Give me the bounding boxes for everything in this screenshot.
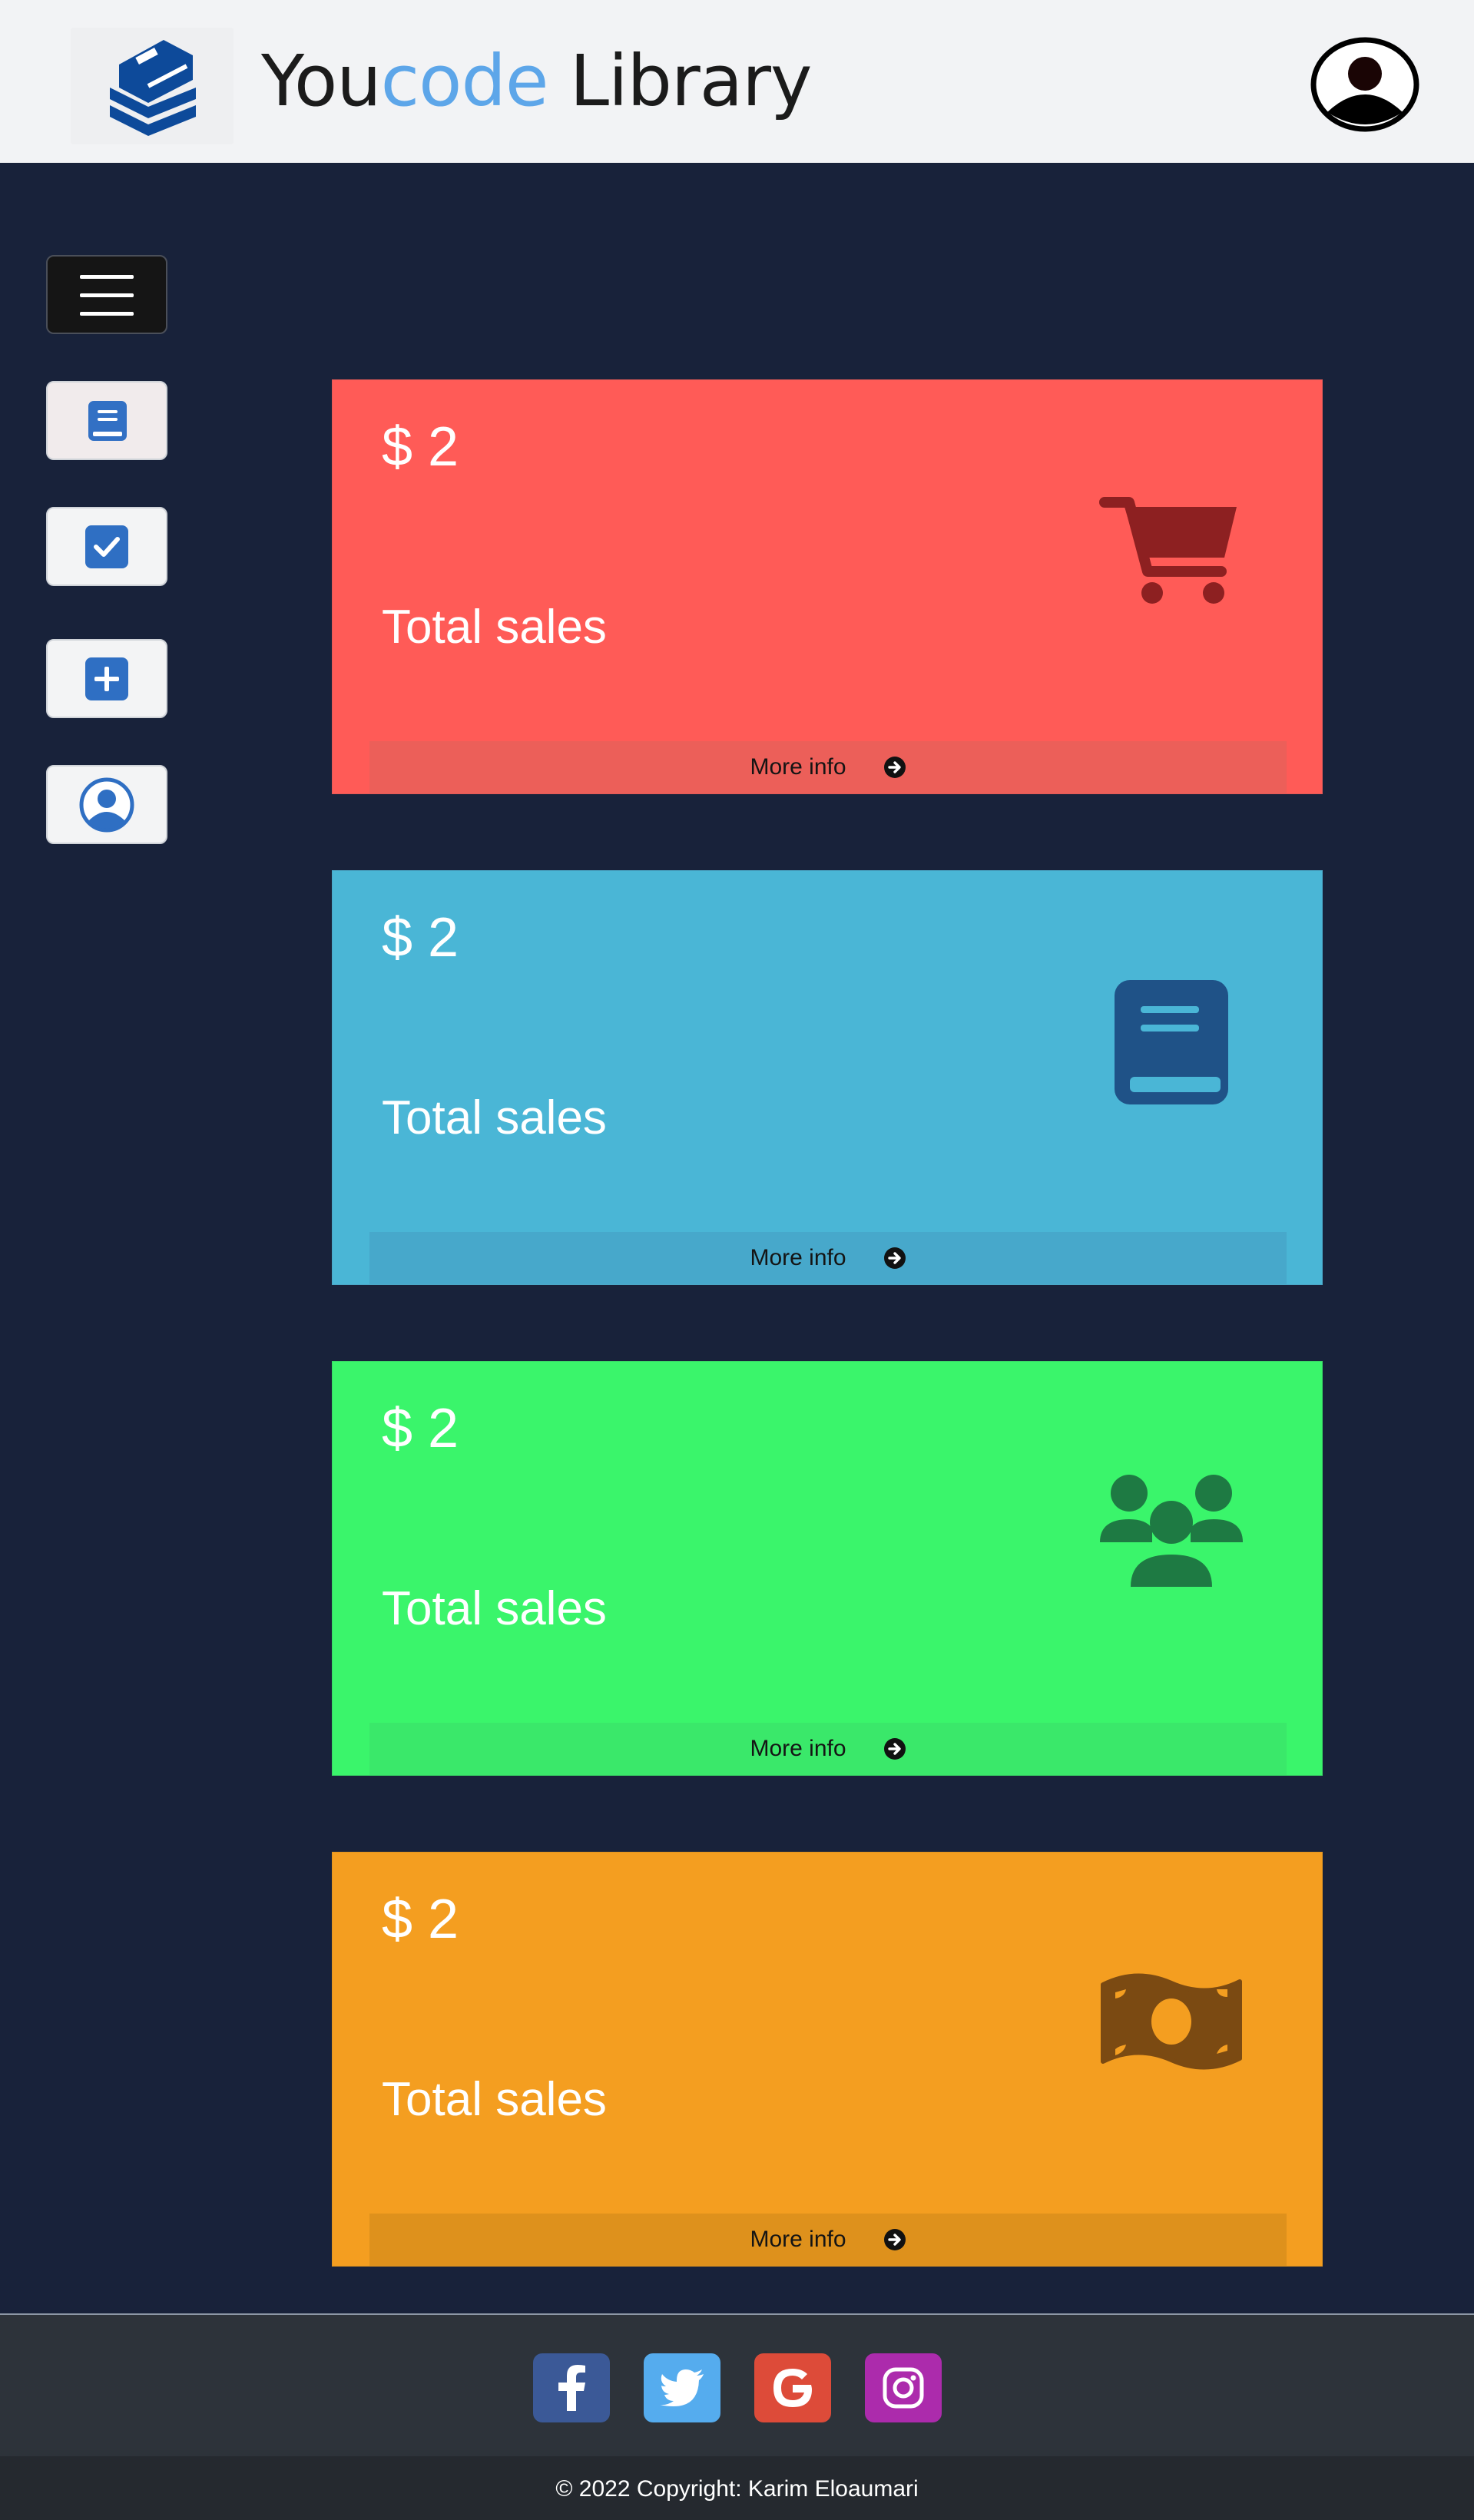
brand-title[interactable]: Youcode Library	[261, 35, 813, 127]
money-bill-icon	[1101, 1973, 1242, 2070]
user-avatar-button[interactable]	[1309, 35, 1421, 134]
more-info-label: More info	[750, 1736, 846, 1761]
sidebar-item-add[interactable]	[46, 639, 167, 718]
stat-card: $ 2 Total sales More info	[332, 379, 1323, 794]
site-footer: © 2022 Copyright: Karim Eloaumari	[0, 2313, 1474, 2520]
more-info-link[interactable]: More info	[369, 1723, 1287, 1775]
more-info-link[interactable]: More info	[369, 1232, 1287, 1284]
card-icon-wrapper	[1095, 969, 1248, 1115]
twitter-button[interactable]	[644, 2353, 720, 2422]
brand-part-1: You	[261, 40, 382, 122]
logo[interactable]	[71, 28, 234, 144]
stat-card: $ 2 Total sales More info	[332, 1361, 1323, 1776]
books-icon	[110, 40, 196, 136]
stat-label: Total sales	[382, 1091, 607, 1144]
stat-amount: $ 2	[382, 907, 459, 969]
stat-amount: $ 2	[382, 1889, 459, 1950]
sidebar-item-books[interactable]	[46, 381, 167, 460]
copyright-text: © 2022 Copyright: Karim Eloaumari	[0, 2456, 1474, 2520]
users-icon	[1100, 1475, 1243, 1587]
more-info-link[interactable]: More info	[369, 741, 1287, 793]
menu-toggle-button[interactable]	[46, 255, 167, 334]
arrow-circle-right-icon	[883, 1738, 906, 1760]
stat-label: Total sales	[382, 601, 607, 654]
top-navbar: Youcode Library	[0, 0, 1474, 163]
hamburger-menu-icon	[80, 274, 134, 316]
checkbox-icon	[85, 525, 128, 568]
brand-part-3: Library	[548, 40, 813, 122]
google-button[interactable]	[754, 2353, 831, 2422]
arrow-circle-right-icon	[883, 2229, 906, 2250]
stat-amount: $ 2	[382, 1398, 459, 1459]
more-info-link[interactable]: More info	[369, 2214, 1287, 2266]
user-circle-icon	[79, 777, 134, 832]
google-icon	[773, 2369, 812, 2407]
shopping-cart-icon	[1099, 497, 1237, 604]
more-info-label: More info	[750, 1245, 846, 1270]
sidebar-item-profile[interactable]	[46, 765, 167, 844]
instagram-button[interactable]	[865, 2353, 942, 2422]
more-info-label: More info	[750, 754, 846, 780]
facebook-button[interactable]	[533, 2353, 610, 2422]
instagram-icon	[883, 2367, 924, 2409]
card-icon-wrapper	[1095, 1951, 1248, 2097]
arrow-circle-right-icon	[883, 1247, 906, 1269]
user-circle-icon	[1310, 37, 1419, 132]
arrow-circle-right-icon	[883, 757, 906, 778]
book-icon	[88, 400, 127, 441]
stat-label: Total sales	[382, 2073, 607, 2126]
book-icon	[1115, 980, 1228, 1104]
stat-card: $ 2 Total sales More info	[332, 870, 1323, 1285]
facebook-icon	[558, 2365, 585, 2411]
card-icon-wrapper	[1095, 1460, 1248, 1606]
stat-card: $ 2 Total sales More info	[332, 1852, 1323, 2267]
brand-part-2: code	[380, 40, 549, 122]
plus-square-icon	[85, 657, 128, 700]
card-icon-wrapper	[1095, 479, 1248, 624]
stat-label: Total sales	[382, 1582, 607, 1635]
sidebar-item-tasks[interactable]	[46, 507, 167, 586]
stat-amount: $ 2	[382, 416, 459, 478]
more-info-label: More info	[750, 2227, 846, 2252]
twitter-icon	[660, 2369, 704, 2406]
